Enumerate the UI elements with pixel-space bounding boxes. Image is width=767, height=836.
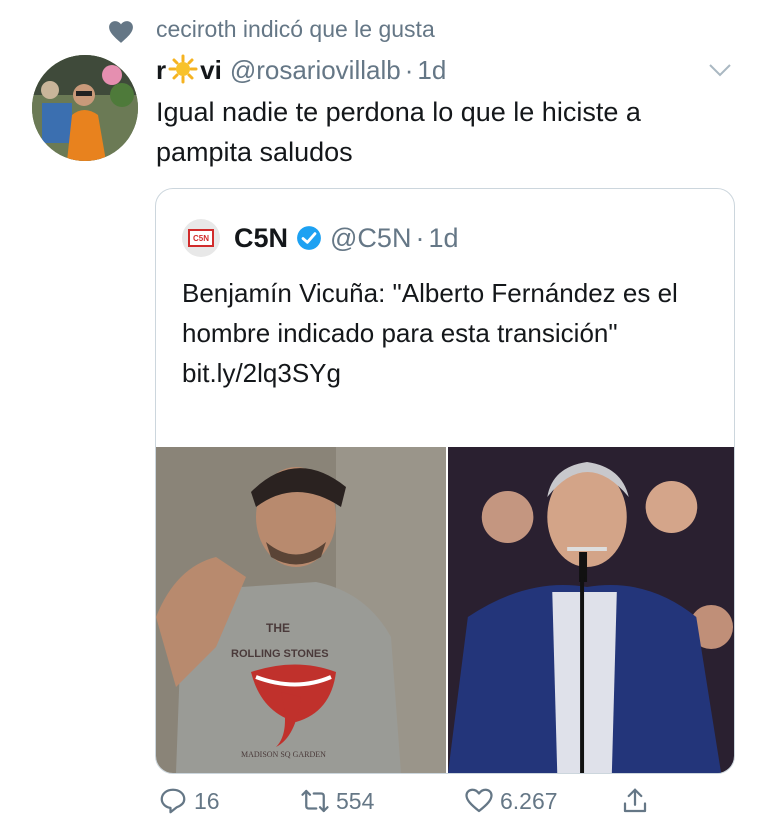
display-name-prefix: r bbox=[156, 55, 167, 85]
retweet-icon bbox=[301, 789, 329, 813]
timestamp[interactable]: 1d bbox=[417, 55, 446, 86]
like-icon bbox=[465, 788, 493, 813]
retweet-count: 554 bbox=[336, 787, 375, 814]
user-handle[interactable]: @rosariovillalb bbox=[230, 55, 401, 86]
media-image-right[interactable] bbox=[448, 447, 734, 773]
like-button[interactable]: 6.267 bbox=[464, 786, 558, 816]
tweet-header: r vi @rosariovillalb · 1d bbox=[156, 54, 446, 86]
quote-media[interactable]: THE ROLLING STONES MADISON SQ GARDEN bbox=[156, 447, 734, 773]
social-context: ceciroth indicó que le gusta bbox=[109, 16, 435, 43]
tweet-text: Igual nadie te perdona lo que le hiciste… bbox=[156, 97, 641, 167]
quote-header: C5N C5N @C5N · 1d bbox=[182, 219, 458, 257]
shirt-text-top: THE bbox=[266, 621, 290, 635]
chevron-down-icon[interactable] bbox=[708, 62, 732, 78]
shirt-text-band: ROLLING STONES bbox=[231, 648, 329, 660]
share-icon bbox=[623, 788, 647, 813]
reply-icon bbox=[160, 788, 186, 814]
quote-display-name[interactable]: C5N bbox=[234, 223, 288, 254]
avatar-photo bbox=[32, 55, 138, 161]
like-count: 6.267 bbox=[500, 787, 558, 814]
quote-avatar[interactable]: C5N bbox=[182, 219, 220, 257]
social-context-text: ceciroth indicó que le gusta bbox=[156, 16, 435, 42]
quote-avatar-logo: C5N bbox=[188, 229, 214, 247]
quote-handle[interactable]: @C5N bbox=[330, 223, 411, 254]
retweet-button[interactable]: 554 bbox=[300, 786, 374, 816]
quote-body: Benjamín Vicuña: "Alberto Fernández es e… bbox=[182, 278, 678, 348]
share-button[interactable] bbox=[620, 786, 650, 816]
heart-icon bbox=[109, 21, 133, 43]
quote-separator: · bbox=[415, 222, 425, 253]
quoted-tweet-card[interactable]: C5N C5N @C5N · 1d Benjamín Vicuña: "Albe… bbox=[155, 188, 735, 774]
separator: · bbox=[404, 55, 414, 85]
shirt-text-bottom: MADISON SQ GARDEN bbox=[241, 750, 326, 759]
sun-emoji-icon bbox=[168, 54, 198, 84]
display-name[interactable]: r vi bbox=[156, 54, 222, 86]
tweet-actions: 16 554 6.267 bbox=[158, 786, 658, 826]
reply-count: 16 bbox=[194, 787, 220, 814]
quote-timestamp[interactable]: 1d bbox=[428, 223, 458, 254]
avatar[interactable] bbox=[32, 55, 138, 161]
media-image-left[interactable]: THE ROLLING STONES MADISON SQ GARDEN bbox=[156, 447, 448, 773]
quote-link[interactable]: bit.ly/2lq3SYg bbox=[182, 353, 722, 393]
quote-text: Benjamín Vicuña: "Alberto Fernández es e… bbox=[182, 273, 722, 393]
verified-icon bbox=[297, 226, 321, 250]
display-name-suffix: vi bbox=[200, 55, 222, 85]
reply-button[interactable]: 16 bbox=[158, 786, 220, 816]
